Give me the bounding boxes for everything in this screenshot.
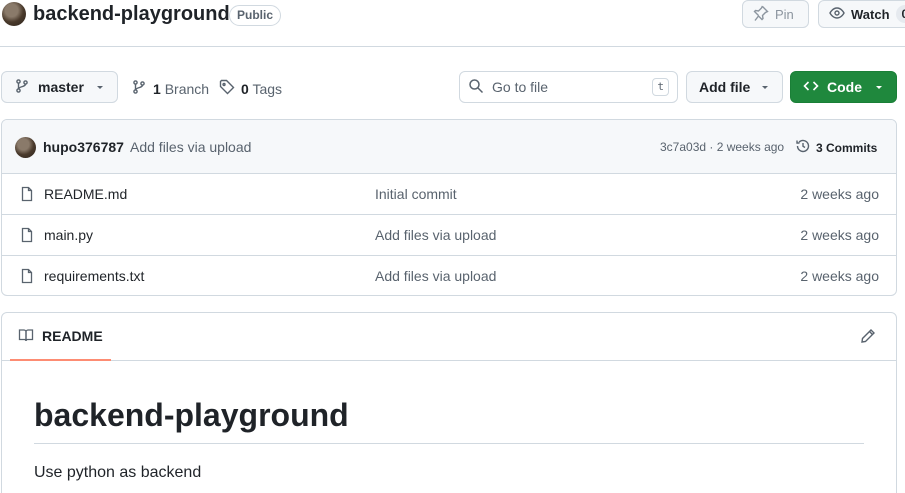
readme-panel: README backend-playground Use python as … <box>1 312 897 493</box>
tags-link[interactable]: 0 Tags <box>219 79 282 98</box>
add-file-button[interactable]: Add file <box>686 71 783 103</box>
tab-readme[interactable]: README <box>10 313 111 361</box>
file-age: 2 weeks ago <box>800 186 879 202</box>
readme-body: Use python as backend <box>34 464 202 481</box>
commits-history-link[interactable]: 3 Commits <box>795 138 877 157</box>
tag-icon <box>219 79 235 98</box>
add-file-label: Add file <box>699 79 751 95</box>
pin-icon <box>753 5 769 24</box>
code-button[interactable]: Code <box>790 71 897 103</box>
chevron-down-icon <box>760 79 770 95</box>
file-age: 2 weeks ago <box>800 268 879 284</box>
pencil-icon[interactable] <box>860 328 876 347</box>
file-name[interactable]: main.py <box>44 227 93 243</box>
pin-label: Pin <box>775 6 794 22</box>
file-browser: hupo376787 Add files via upload 3c7a03d … <box>1 119 897 296</box>
chevron-down-icon <box>95 79 105 95</box>
watch-label: Watch <box>851 6 890 22</box>
file-row[interactable]: requirements.txt Add files via upload 2 … <box>2 256 896 295</box>
file-commit-message[interactable]: Initial commit <box>375 186 457 202</box>
commit-author-avatar[interactable] <box>15 137 36 158</box>
code-icon <box>803 78 819 97</box>
visibility-badge: Public <box>229 5 282 26</box>
pin-button[interactable]: Pin <box>742 0 809 28</box>
readme-header: README <box>2 313 896 361</box>
commit-meta[interactable]: 3c7a03d · 2 weeks ago <box>660 140 784 154</box>
commit-message[interactable]: Add files via upload <box>130 139 251 155</box>
file-icon <box>19 227 35 246</box>
repo-name[interactable]: backend-playground <box>33 3 230 26</box>
branch-selector[interactable]: master <box>1 71 118 103</box>
commits-label: 3 Commits <box>816 140 878 155</box>
search-icon <box>468 78 484 97</box>
file-commit-message[interactable]: Add files via upload <box>375 268 496 284</box>
file-name[interactable]: requirements.txt <box>44 268 144 284</box>
file-icon <box>19 186 35 205</box>
watch-count: 0 <box>895 5 905 23</box>
book-icon <box>18 327 34 346</box>
file-name[interactable]: README.md <box>44 186 127 202</box>
readme-tab-label: README <box>42 328 103 344</box>
readme-heading: backend-playground <box>34 397 349 433</box>
file-row[interactable]: main.py Add files via upload 2 weeks ago <box>2 215 896 256</box>
commit-author[interactable]: hupo376787 <box>43 139 124 155</box>
latest-commit-bar: hupo376787 Add files via upload 3c7a03d … <box>2 120 896 174</box>
watch-button[interactable]: Watch 0 <box>818 0 905 28</box>
branches-link[interactable]: 1 Branch <box>131 79 209 98</box>
history-icon <box>795 138 811 157</box>
search-input[interactable] <box>492 79 642 95</box>
git-branch-icon <box>131 79 147 98</box>
readme-divider <box>34 443 864 444</box>
eye-icon <box>829 5 845 24</box>
file-commit-message[interactable]: Add files via upload <box>375 227 496 243</box>
header-divider <box>0 46 905 47</box>
tag-label: Tags <box>252 80 283 97</box>
search-shortcut-hint: t <box>652 78 669 96</box>
branch-count: 1 <box>153 80 161 97</box>
tag-count: 0 <box>241 80 249 97</box>
branch-label: Branch <box>164 80 210 97</box>
branch-name: master <box>38 79 84 95</box>
chevron-down-icon <box>874 79 884 95</box>
file-row[interactable]: README.md Initial commit 2 weeks ago <box>2 174 896 215</box>
go-to-file-search[interactable]: t <box>459 71 678 103</box>
file-icon <box>19 268 35 287</box>
file-age: 2 weeks ago <box>800 227 879 243</box>
git-branch-icon <box>14 78 30 97</box>
code-label: Code <box>827 79 862 95</box>
owner-avatar[interactable] <box>2 2 26 26</box>
